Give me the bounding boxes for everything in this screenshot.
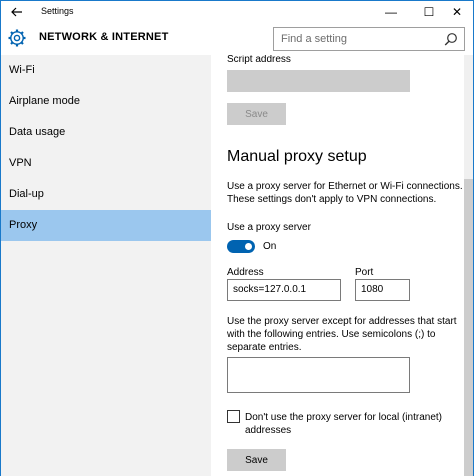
manual-proxy-description-line2: These settings don't apply to VPN connec… (227, 194, 437, 205)
sidebar-item-proxy[interactable]: Proxy (1, 210, 211, 241)
window-title: Settings (41, 6, 74, 16)
page-title: NETWORK & INTERNET (39, 31, 169, 43)
manual-proxy-description-line1: Use a proxy server for Ethernet or Wi-Fi… (227, 181, 463, 192)
script-save-button: Save (227, 103, 286, 125)
sidebar-item-airplane-mode[interactable]: Airplane mode (1, 86, 211, 117)
local-bypass-checkbox[interactable] (227, 410, 240, 423)
script-address-label: Script address (227, 55, 291, 65)
use-proxy-label: Use a proxy server (227, 222, 311, 233)
toggle-state-label: On (263, 241, 277, 252)
exceptions-textarea[interactable] (227, 357, 410, 393)
address-input[interactable]: socks=127.0.0.1 (227, 279, 341, 301)
sidebar-item-vpn[interactable]: VPN (1, 148, 211, 179)
save-button[interactable]: Save (227, 449, 286, 471)
title-bar: Settings — ☐ ✕ (1, 1, 473, 23)
address-label: Address (227, 267, 264, 278)
manual-proxy-title: Manual proxy setup (227, 148, 367, 165)
scrollbar-thumb[interactable] (464, 179, 473, 476)
use-proxy-toggle[interactable] (227, 240, 255, 253)
page-header: NETWORK & INTERNET Find a setting (1, 23, 473, 55)
toggle-knob (245, 243, 252, 250)
back-arrow-icon[interactable] (1, 1, 33, 23)
gear-icon (8, 29, 26, 47)
proxy-content: Script address Save Manual proxy setup U… (211, 55, 473, 476)
close-button[interactable]: ✕ (441, 1, 473, 23)
sidebar-item-dial-up[interactable]: Dial-up (1, 179, 211, 210)
sidebar: Wi-Fi Airplane mode Data usage VPN Dial-… (1, 55, 211, 476)
script-address-field (227, 70, 410, 92)
port-input[interactable]: 1080 (355, 279, 410, 301)
sidebar-item-wifi[interactable]: Wi-Fi (1, 55, 211, 86)
exceptions-description-line2: with the following entries. Use semicolo… (227, 329, 436, 340)
exceptions-description-line3: separate entries. (227, 342, 302, 353)
search-icon[interactable] (444, 32, 458, 46)
settings-window: Settings — ☐ ✕ NETWORK & INTERNET Find a… (0, 0, 474, 476)
search-placeholder: Find a setting (281, 33, 348, 45)
port-label: Port (355, 267, 374, 278)
sidebar-item-data-usage[interactable]: Data usage (1, 117, 211, 148)
exceptions-description-line1: Use the proxy server except for addresse… (227, 316, 457, 327)
minimize-button[interactable]: — (375, 1, 407, 23)
search-input[interactable]: Find a setting (273, 27, 465, 51)
local-bypass-label-line1: Don't use the proxy server for local (in… (245, 412, 442, 423)
local-bypass-label-line2: addresses (245, 425, 292, 436)
